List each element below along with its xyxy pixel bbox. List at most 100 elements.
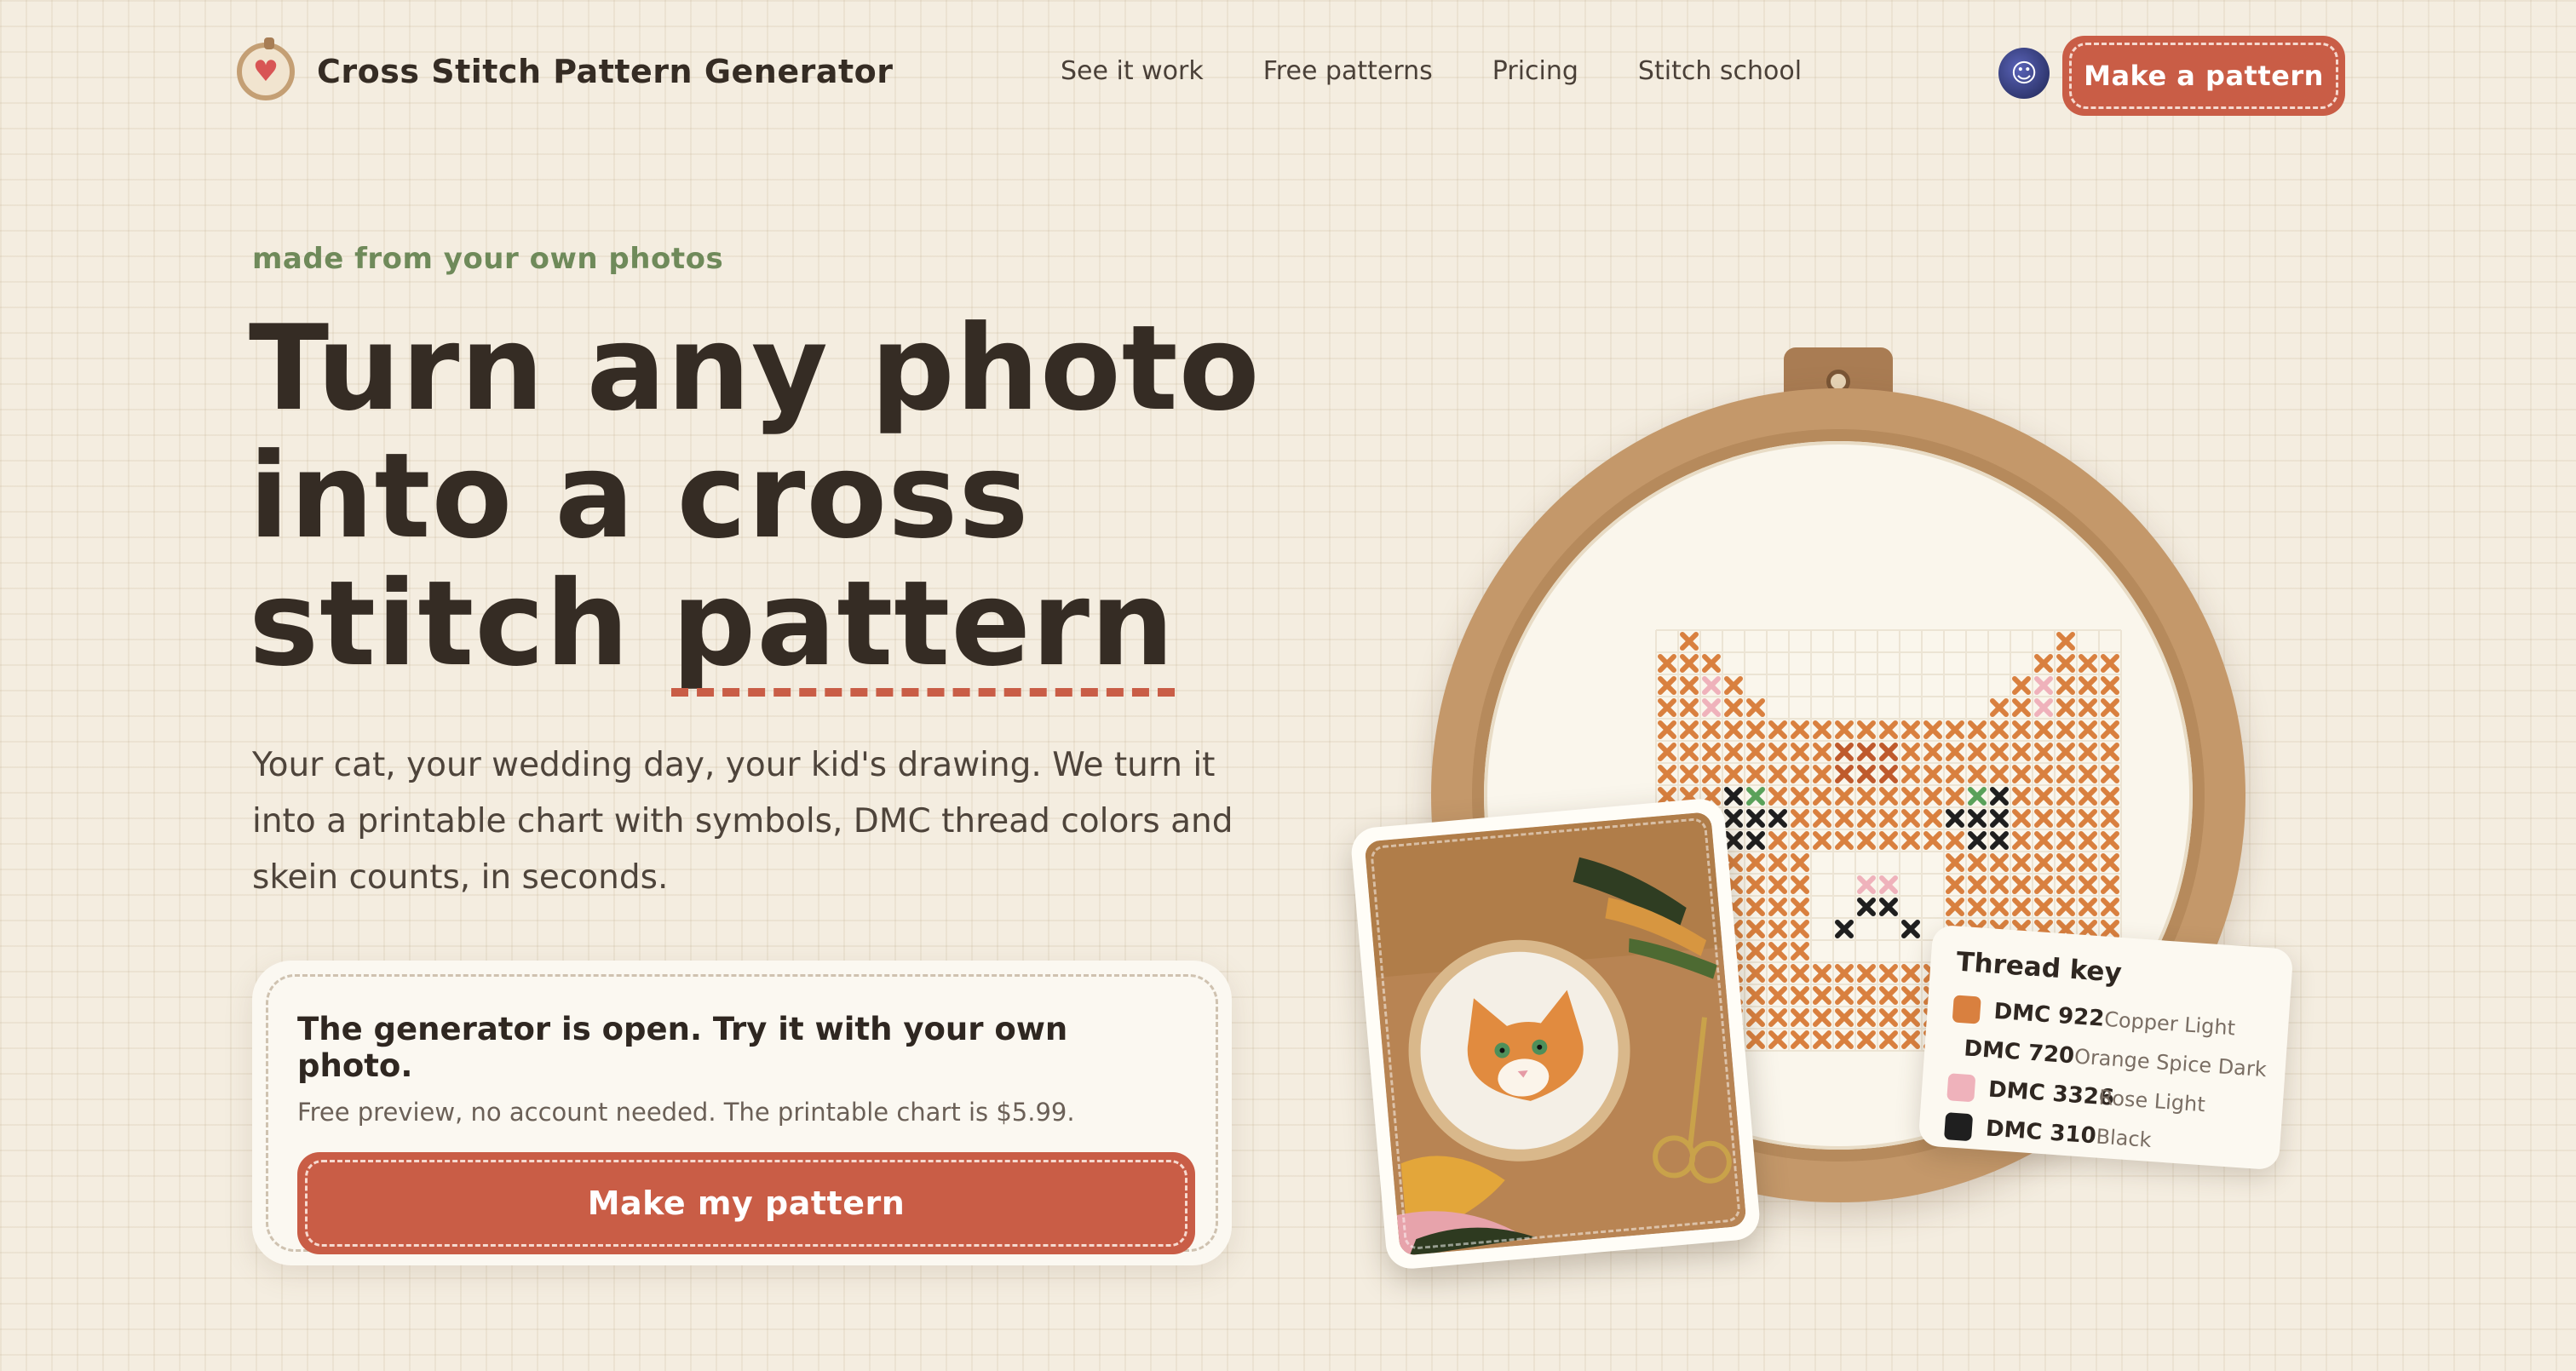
stitch-cross [2101,765,2119,783]
stitch-cross [1680,720,1699,739]
stitch-cross [2056,765,2075,783]
top-nav: ♥ Cross Stitch Pattern Generator See it … [0,0,2576,153]
stitch-cross [1990,787,2009,806]
stitch-cross [1813,787,1831,806]
stitch-cross [1813,743,1831,761]
stitch-cross [1901,787,1920,806]
stitch-cross [1746,698,1765,717]
nav-link-stitch-school[interactable]: Stitch school [1638,56,1802,86]
stitch-cross [2012,853,2031,872]
stitch-cross [2012,698,2031,717]
stitch-cross [1901,986,1920,1005]
stitch-cross [1946,898,1964,916]
stitch-cross [2034,898,2053,916]
stitch-cross [2056,743,2075,761]
stitch-cross [1923,787,1942,806]
stitch-cross [1968,853,1987,872]
stitch-cross [1923,720,1942,739]
stitch-cross [1768,743,1787,761]
stitch-cross [1791,1008,1809,1027]
nav-link-pricing[interactable]: Pricing [1492,56,1578,86]
stitch-cross [2056,853,2075,872]
stitch-cross [1658,765,1676,783]
brand-name: Cross Stitch Pattern Generator [317,53,894,90]
stitch-cross [1990,765,2009,783]
stitch-cross [1901,743,1920,761]
stitch-cross [2034,853,2053,872]
thread-name: Rose Light [2097,1085,2206,1117]
stitch-cross [1879,875,1898,894]
stitch-cross [1702,743,1721,761]
stitch-cross [1835,964,1854,983]
stitch-cross [2079,920,2097,938]
generator-card-subtitle: Free preview, no account needed. The pri… [297,1098,1075,1127]
stitch-cross [1813,1030,1831,1049]
headline-line-3-start: stitch [249,555,672,692]
embroidery-scene-icon [1364,812,1747,1256]
stitch-cross [1791,875,1809,894]
stitch-cross [2034,831,2053,850]
stitch-cross [2101,743,2119,761]
stitch-cross [2101,787,2119,806]
stitch-cross [1835,986,1854,1005]
stitch-cross [2034,676,2053,695]
stitch-cross [2101,654,2119,673]
stitch-cross [1791,853,1809,872]
stitch-cross [1946,831,1964,850]
stitch-cross [1990,853,2009,872]
stitch-cross [2056,787,2075,806]
nav-link-free-patterns[interactable]: Free patterns [1263,56,1433,86]
generator-card-title: The generator is open. Try it with your … [297,1011,1068,1084]
stitch-cross [1680,632,1699,651]
stitch-cross [1724,720,1743,739]
thread-swatch [1946,1073,1976,1103]
stitch-cross [1968,875,1987,894]
stitch-cross [2034,787,2053,806]
thread-name: Copper Light [2103,1007,2236,1041]
thread-code: DMC 922 [1992,998,2106,1032]
stitch-cross [2056,831,2075,850]
stitch-cross [1835,720,1854,739]
astronaut-avatar-icon[interactable]: ☺ [1998,48,2050,99]
headline-line-2: into a cross [249,427,1030,565]
stitch-cross [1768,898,1787,916]
stitch-cross [1990,898,2009,916]
headline-line-1: Turn any photo [249,300,1261,437]
stitch-cross [1746,809,1765,828]
make-a-pattern-button[interactable]: Make a pattern [2062,36,2345,116]
stitch-cross [1813,765,1831,783]
stitch-cross [1791,743,1809,761]
stitch-cross [2012,787,2031,806]
stitch-cross [2079,743,2097,761]
stitch-cross [2079,698,2097,717]
stitch-cross [1658,743,1676,761]
stitch-cross [1768,986,1787,1005]
stitch-cross [1923,743,1942,761]
stitch-cross [1724,831,1743,850]
nav-link-see-it-work[interactable]: See it work [1061,56,1204,86]
stitch-cross [1680,743,1699,761]
stitch-cross [1879,831,1898,850]
stitch-cross [1857,875,1876,894]
stitch-cross [1768,942,1787,961]
stitch-cross [1857,765,1876,783]
stitch-cross [1768,765,1787,783]
stitch-cross [1879,964,1898,983]
stitch-cross [2056,632,2075,651]
stitch-cross [1746,1008,1765,1027]
stitch-cross [1768,1030,1787,1049]
stitch-cross [1835,743,1854,761]
stitch-cross [1857,787,1876,806]
thread-swatch [1944,1112,1974,1142]
stitch-cross [2056,898,2075,916]
stitch-cross [1813,1008,1831,1027]
headline-line-3: stitch pattern [249,560,1356,697]
stitch-cross [1879,720,1898,739]
stitch-cross [2034,765,2053,783]
stitch-cross [1813,809,1831,828]
stitch-cross [2101,875,2119,894]
stitch-cross [1835,920,1854,938]
cat-embroidery-photo [1349,796,1762,1271]
brand-logo-link[interactable]: ♥ Cross Stitch Pattern Generator [237,37,894,100]
make-my-pattern-button[interactable]: Make my pattern [297,1152,1195,1254]
